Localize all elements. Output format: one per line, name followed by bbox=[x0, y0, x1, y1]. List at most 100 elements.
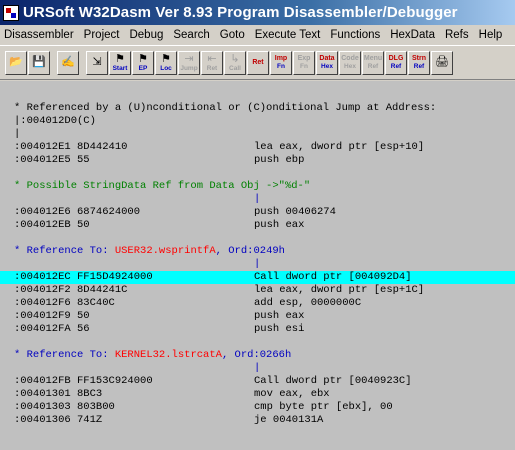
comment-line[interactable]: * Referenced by a (U)nconditional or (C)… bbox=[0, 102, 515, 115]
code-hex-button[interactable]: Code Hex bbox=[339, 50, 361, 75]
menu-ref-icon: Menu bbox=[363, 55, 383, 62]
ref-prefix: * Reference To: bbox=[14, 349, 115, 361]
title-bar[interactable]: URSoft W32Dasm Ver 8.93 Program Disassem… bbox=[0, 0, 515, 25]
code-line[interactable]: :00401306 741Z je 0040131A bbox=[0, 414, 515, 427]
instruction: push ebp bbox=[254, 154, 305, 166]
return-from-button[interactable]: ⇤ Ret bbox=[201, 50, 223, 75]
comment-line[interactable]: | bbox=[0, 128, 515, 141]
code-line[interactable]: :004012EB 50 push eax bbox=[0, 219, 515, 232]
address-bytes: :00401301 8BC3 bbox=[14, 388, 103, 400]
blank-line[interactable] bbox=[0, 336, 515, 349]
ret-button[interactable]: Ret bbox=[247, 50, 269, 75]
instruction: Call dword ptr [0040923C] bbox=[254, 375, 412, 387]
data-hex-button[interactable]: Data Hex bbox=[316, 50, 338, 75]
goto-loc-icon: ⚑ bbox=[161, 52, 171, 65]
find-text-button[interactable]: ✍ bbox=[57, 50, 79, 75]
comment-line[interactable]: |:004012D0(C) bbox=[0, 115, 515, 128]
menu-refs[interactable]: Refs bbox=[440, 29, 474, 41]
goto-ep-button[interactable]: ⚑ EP bbox=[132, 50, 154, 75]
toolbar-button-label: Hex bbox=[321, 63, 333, 70]
menu-functions[interactable]: Functions bbox=[325, 29, 385, 41]
menu-bar: Disassembler Project Debug Search Goto Execut… bbox=[0, 25, 515, 45]
comment-text: | bbox=[14, 128, 21, 140]
code-line[interactable]: :004012FA 56 push esi bbox=[0, 323, 515, 336]
strn-ref-icon: Strn bbox=[412, 55, 426, 62]
print-icon: 🖨 bbox=[435, 56, 449, 68]
return-from-icon: ⇤ bbox=[207, 52, 217, 65]
code-line[interactable]: :00401303 803B00 cmp byte ptr [ebx], 00 bbox=[0, 401, 515, 414]
menu-project[interactable]: Project bbox=[79, 29, 125, 41]
menu-ref-button[interactable]: Menu Ref bbox=[362, 50, 384, 75]
import-ref-line[interactable]: * Reference To: KERNEL32.lstrcatA, Ord:0… bbox=[0, 349, 515, 362]
code-line[interactable]: :004012F2 8D44241C lea eax, dword ptr [es… bbox=[0, 284, 515, 297]
string-ref-text: * Possible StringData Ref from Data Obj … bbox=[14, 180, 311, 192]
save-file-button[interactable]: 💾 bbox=[28, 50, 50, 75]
code-line[interactable]: :004012E5 55 push ebp bbox=[0, 154, 515, 167]
code-line-selected[interactable]: :004012EC FF15D4924000 Call dword ptr [00… bbox=[0, 271, 515, 284]
open-file-button[interactable]: 📂 bbox=[5, 50, 27, 75]
instruction: push eax bbox=[254, 310, 305, 322]
app-icon[interactable] bbox=[3, 4, 19, 21]
ref-connector-line[interactable]: | bbox=[0, 258, 515, 271]
toolbar-button-label: Fn bbox=[277, 63, 285, 70]
instruction: je 0040131A bbox=[254, 414, 324, 426]
toolbar-button-label: Jump bbox=[180, 64, 198, 72]
window-title: URSoft W32Dasm Ver 8.93 Program Disassem… bbox=[23, 4, 458, 21]
comment-text: |:004012D0(C) bbox=[14, 115, 96, 127]
menu-disassembler[interactable]: Disassembler bbox=[0, 29, 79, 41]
toolbar-button-label: Ref bbox=[413, 63, 425, 70]
menu-debug[interactable]: Debug bbox=[124, 29, 168, 41]
toolbar-button-label: EP bbox=[138, 64, 148, 72]
print-button[interactable]: 🖨 bbox=[431, 50, 453, 75]
menu-goto[interactable]: Goto bbox=[215, 29, 250, 41]
data-hex-icon: Data bbox=[319, 55, 335, 62]
exp-fn-button[interactable]: Exp Fn bbox=[293, 50, 315, 75]
address-bytes: :004012F2 8D44241C bbox=[14, 284, 128, 296]
blank-line[interactable] bbox=[0, 167, 515, 180]
dlg-ref-button[interactable]: DLG Ref bbox=[385, 50, 407, 75]
load-process-icon: ⇲ bbox=[92, 56, 102, 68]
menu-hexdata[interactable]: HexData bbox=[385, 29, 440, 41]
disassembly-listing[interactable]: * Referenced by a (U)nconditional or (C)… bbox=[0, 81, 515, 450]
goto-loc-button[interactable]: ⚑ Loc bbox=[155, 50, 177, 75]
import-ref-line[interactable]: * Reference To: USER32.wsprintfA, Ord:02… bbox=[0, 245, 515, 258]
code-line[interactable]: :00401301 8BC3 mov eax, ebx bbox=[0, 388, 515, 401]
menu-help[interactable]: Help bbox=[474, 29, 508, 41]
goto-start-button[interactable]: ⚑ Start bbox=[109, 50, 131, 75]
instruction: push eax bbox=[254, 219, 305, 231]
call-button[interactable]: ↳ Call bbox=[224, 50, 246, 75]
jump-to-button[interactable]: ⇥ Jump bbox=[178, 50, 200, 75]
code-line[interactable]: :004012F6 83C40C add esp, 0000000C bbox=[0, 297, 515, 310]
code-line[interactable]: :004012FB FF153C924000 Call dword ptr [00… bbox=[0, 375, 515, 388]
toolbar-button-label: Ref bbox=[390, 63, 402, 70]
ref-connector: | bbox=[254, 258, 261, 270]
ref-ordinal: , Ord:0249h bbox=[215, 245, 285, 257]
address-bytes: :00401303 803B00 bbox=[14, 401, 115, 413]
instruction: push 00406274 bbox=[254, 206, 336, 218]
ref-connector-line[interactable]: | bbox=[0, 193, 515, 206]
blank-line[interactable] bbox=[0, 232, 515, 245]
blank-line[interactable] bbox=[0, 89, 515, 102]
ref-connector-line[interactable]: | bbox=[0, 362, 515, 375]
menu-search[interactable]: Search bbox=[168, 29, 214, 41]
load-process-button[interactable]: ⇲ bbox=[86, 50, 108, 75]
find-text-icon: ✍ bbox=[61, 56, 75, 68]
code-line[interactable]: :004012E1 8D442410 lea eax, dword ptr [es… bbox=[0, 141, 515, 154]
code-line[interactable]: :004012F9 50 push eax bbox=[0, 310, 515, 323]
toolbar-button-label: Loc bbox=[160, 64, 172, 72]
toolbar-button-label: Hex bbox=[344, 63, 356, 70]
ref-connector: | bbox=[254, 193, 261, 205]
strn-ref-button[interactable]: Strn Ref bbox=[408, 50, 430, 75]
address-bytes: :00401306 741Z bbox=[14, 414, 103, 426]
ret-icon: Ret bbox=[252, 58, 264, 66]
exp-fn-icon: Exp bbox=[297, 55, 311, 62]
string-ref-line[interactable]: * Possible StringData Ref from Data Obj … bbox=[0, 180, 515, 193]
address-bytes: :004012F9 50 bbox=[14, 310, 90, 322]
imp-fn-icon: Imp bbox=[274, 55, 288, 62]
imp-fn-button[interactable]: Imp Fn bbox=[270, 50, 292, 75]
instruction: mov eax, ebx bbox=[254, 388, 330, 400]
toolbar: 📂 💾 ✍ ⇲ ⚑ Start ⚑ EP ⚑ Loc ⇥ Jump ⇤ Ret ↳ Call Ret Imp Fn E… bbox=[0, 45, 515, 80]
menu-execute-text[interactable]: Execute Text bbox=[250, 29, 326, 41]
code-line[interactable]: :004012E6 6874624000 push 00406274 bbox=[0, 206, 515, 219]
call-icon: ↳ bbox=[230, 52, 240, 65]
